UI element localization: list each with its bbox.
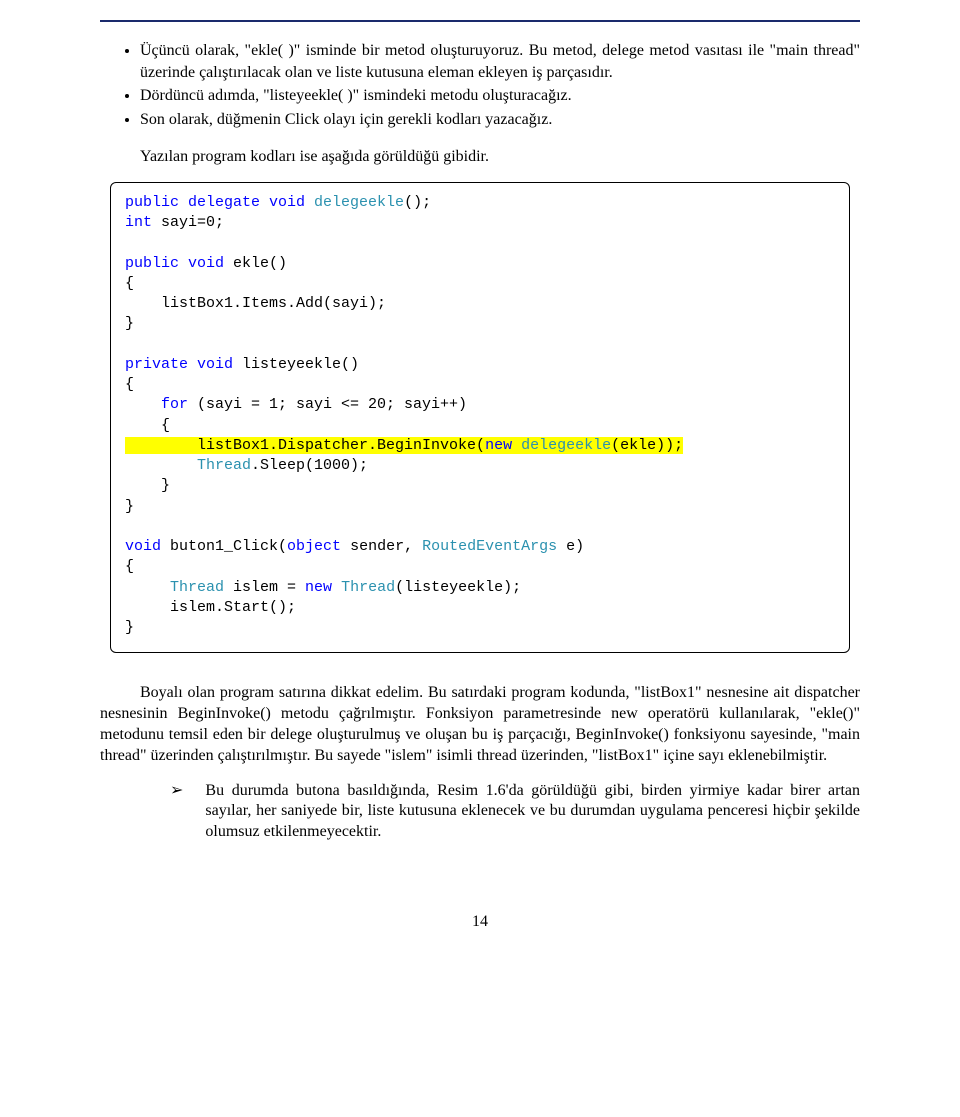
code-keyword: void (188, 356, 233, 373)
code-type: Thread (332, 579, 395, 596)
list-item: Üçüncü olarak, "ekle( )" isminde bir met… (140, 40, 860, 83)
code-text: listBox1.Dispatcher.BeginInvoke( (125, 437, 485, 454)
body-paragraph: Boyalı olan program satırına dikkat edel… (100, 683, 860, 766)
code-keyword: object (287, 538, 341, 555)
code-type: delegeekle (512, 437, 611, 454)
code-type: Thread (125, 579, 224, 596)
code-keyword: delegate (179, 194, 260, 211)
code-text: } (125, 477, 170, 494)
code-keyword: void (125, 538, 161, 555)
arrow-list: ➢ Bu durumda butona basıldığında, Resim … (100, 781, 860, 843)
code-text: (listeyeekle); (395, 579, 521, 596)
code-text: sender, (341, 538, 422, 555)
code-text: islem.Start(); (125, 599, 296, 616)
arrow-item-text: Bu durumda butona basıldığında, Resim 1.… (205, 781, 860, 843)
code-text: ekle() (224, 255, 287, 272)
code-keyword: public (125, 255, 179, 272)
code-block: public delegate void delegeekle(); int s… (110, 182, 850, 654)
code-keyword: int (125, 214, 152, 231)
top-rule (100, 20, 860, 22)
code-type: Thread (125, 457, 251, 474)
code-text: listBox1.Items.Add(sayi); (125, 295, 386, 312)
code-keyword: new (485, 437, 512, 454)
bullet-list: Üçüncü olarak, "ekle( )" isminde bir met… (140, 40, 860, 130)
code-text: (ekle)); (611, 437, 683, 454)
arrow-icon: ➢ (170, 781, 183, 802)
code-text: listeyeekle() (233, 356, 359, 373)
code-text: buton1_Click( (161, 538, 287, 555)
code-keyword: for (125, 396, 188, 413)
highlighted-code: listBox1.Dispatcher.BeginInvoke(new dele… (125, 437, 683, 454)
code-text: .Sleep(1000); (251, 457, 368, 474)
code-type: RoutedEventArgs (422, 538, 557, 555)
list-item: Son olarak, düğmenin Click olayı için ge… (140, 109, 860, 131)
intro-paragraph: Yazılan program kodları ise aşağıda görü… (100, 146, 860, 168)
code-text: { (125, 417, 170, 434)
code-text: } (125, 315, 134, 332)
code-keyword: new (305, 579, 332, 596)
code-text: islem = (224, 579, 305, 596)
code-text: } (125, 619, 134, 636)
page-number: 14 (100, 913, 860, 931)
code-keyword: private (125, 356, 188, 373)
list-item: Dördüncü adımda, "listeyeekle( )" ismind… (140, 85, 860, 107)
code-text: { (125, 558, 134, 575)
code-keyword: public (125, 194, 179, 211)
code-type: delegeekle (305, 194, 404, 211)
code-text: } (125, 498, 134, 515)
code-text: sayi=0; (152, 214, 224, 231)
code-text: (); (404, 194, 431, 211)
code-keyword: void (179, 255, 224, 272)
code-text: { (125, 376, 134, 393)
code-text: { (125, 275, 134, 292)
code-text: (sayi = 1; sayi <= 20; sayi++) (188, 396, 467, 413)
code-keyword: void (260, 194, 305, 211)
code-text: e) (557, 538, 584, 555)
